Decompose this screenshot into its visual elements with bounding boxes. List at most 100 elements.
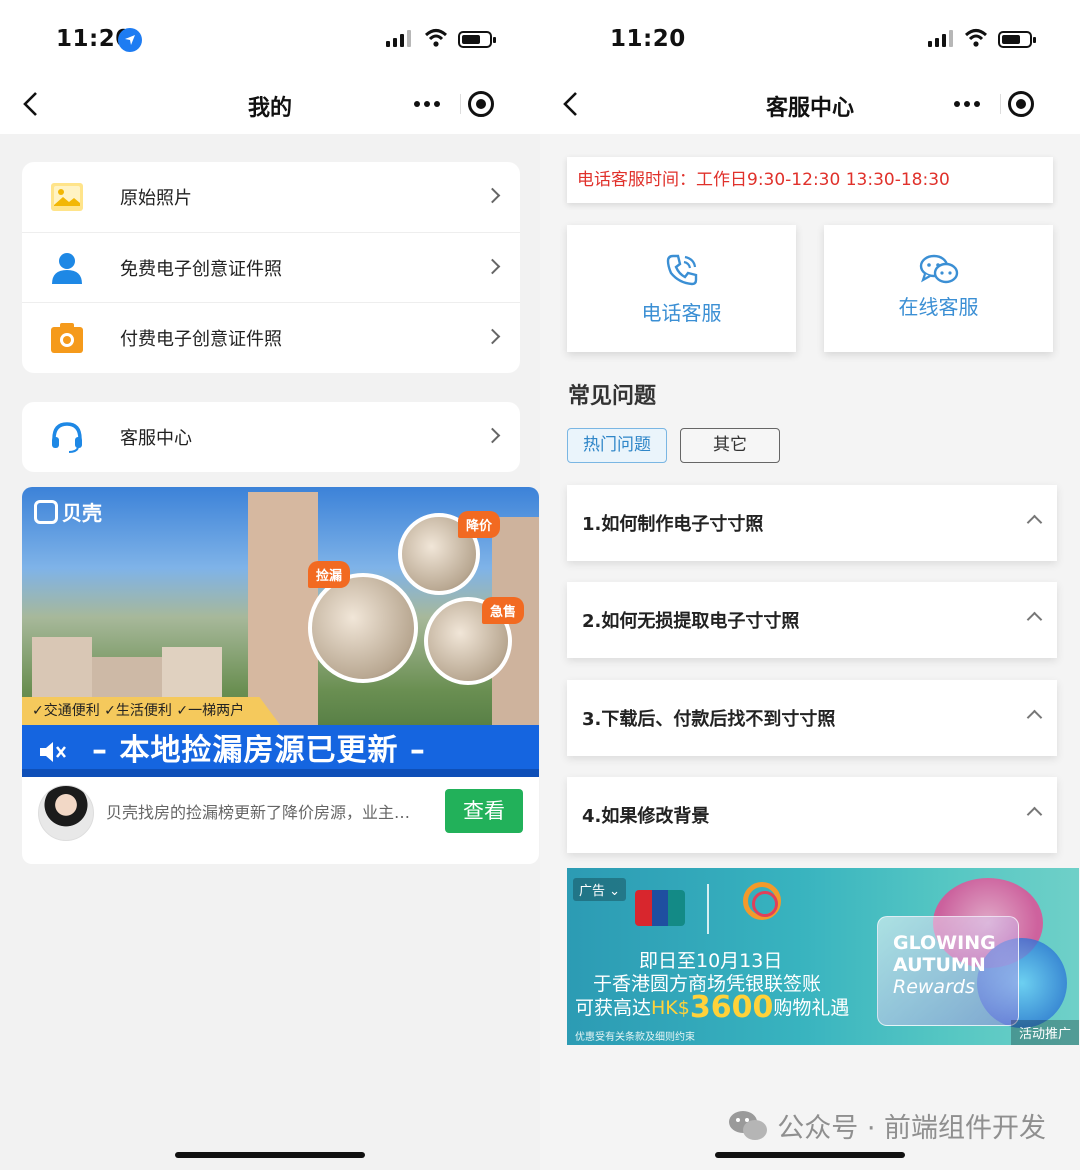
elements-mall-logo-icon [743,882,781,920]
faq-question: 3.下载后、付款后找不到寸寸照 [582,709,836,730]
miniapp-capsule [936,84,1064,124]
avatar [38,785,94,841]
image-icon [51,183,83,211]
promo-terms: 优惠受有关条款及细则约束 [575,1032,695,1043]
offer-suffix: 购物礼遇 [773,997,850,1019]
close-miniapp-icon[interactable] [1008,91,1034,117]
battery-icon [998,31,1036,48]
wifi-icon [964,29,988,47]
menu-item-free-id-photo[interactable]: 免费电子创意证件照 [22,232,520,302]
campaign-line: Rewards [893,976,975,998]
online-service-button[interactable]: 在线客服 [824,225,1053,352]
chevron-right-icon [484,187,501,204]
menu-label: 免费电子创意证件照 [120,259,282,280]
more-icon[interactable] [396,84,458,124]
watermark: 公众号 · 前端组件开发 [727,1106,1046,1145]
mute-icon[interactable] [38,739,68,765]
menu-item-customer-service[interactable]: 客服中心 [22,402,520,472]
left-screen: 11:20 我的 原始照片 免费电子创意证件照 付费电子创意证件照 客服中心 贝… [0,0,540,1170]
headset-icon [52,422,82,453]
tab-hot-questions[interactable]: 热门问题 [567,428,667,463]
view-button[interactable]: 查看 [445,789,523,833]
close-miniapp-icon[interactable] [468,91,494,117]
service-label: 在线客服 [898,295,979,319]
ad-banner-image[interactable]: 贝壳 降价 捡漏 急售 ✓交通便利 ✓生活便利 ✓一梯两户 – 本地捡漏房源已更… [22,487,539,777]
chevron-right-icon [484,258,501,275]
menu-card-support: 客服中心 [22,402,520,472]
nav-bar: 我的 [0,72,540,134]
ad-disclaimer-strip [22,769,539,777]
faq-question: 2.如何无损提取电子寸寸照 [582,611,800,632]
tab-other[interactable]: 其它 [680,428,780,463]
phone-icon [666,254,697,286]
menu-item-paid-id-photo[interactable]: 付费电子创意证件照 [22,302,520,372]
tag-price-drop: 降价 [458,511,501,538]
home-indicator[interactable] [175,1152,365,1158]
capsule-divider [460,94,461,114]
beike-logo-icon [34,499,58,524]
capsule-divider [1000,94,1001,114]
camera-icon [51,323,83,353]
status-bar: 11:20 [540,0,1080,72]
logo-divider [707,884,709,934]
signal-icon [928,30,953,47]
ad-card[interactable]: 贝壳 降价 捡漏 急售 ✓交通便利 ✓生活便利 ✓一梯两户 – 本地捡漏房源已更… [22,487,539,864]
menu-label: 客服中心 [120,428,192,449]
chevron-up-icon [1026,806,1043,823]
more-icon[interactable] [936,84,998,124]
offer-currency: HK$ [651,997,690,1019]
faq-item[interactable]: 1.如何制作电子寸寸照 [567,485,1057,561]
chevron-right-icon [484,328,501,345]
offer-prefix: 可获高达 [575,997,652,1019]
person-icon [52,253,82,284]
faq-section-title: 常见问题 [568,384,657,409]
activity-promo-label: 活动推广 [1010,1020,1079,1045]
ad-brand-name: 贝壳 [62,501,102,525]
tower-shape [248,492,318,727]
chevron-up-icon [1026,514,1043,531]
ad-description: 贝壳找房的捡漏榜更新了降价房源，业主… [106,803,411,822]
offer-amount: 3600 [689,990,774,1025]
nav-bar: 客服中心 [540,72,1080,134]
promo-banner[interactable]: 广告 ⌄ 即日至10月13日 于香港圆方商场凭银联签账 可获高达HK$3600购… [567,868,1079,1045]
wifi-icon [424,29,448,47]
faq-item[interactable]: 4.如果修改背景 [567,777,1057,853]
status-bar: 11:20 [0,0,540,72]
menu-item-original-photos[interactable]: 原始照片 [22,162,520,232]
menu-label: 原始照片 [120,188,192,209]
chevron-up-icon [1026,709,1043,726]
battery-icon [458,31,496,48]
campaign-line: AUTUMN [893,954,986,976]
ad-badge[interactable]: 广告 ⌄ [573,878,627,901]
faq-item[interactable]: 3.下载后、付款后找不到寸寸照 [567,680,1057,756]
ad-footer: 贝壳找房的捡漏榜更新了降价房源，业主… 查看 [22,777,539,864]
faq-question: 1.如何制作电子寸寸照 [582,514,764,535]
unionpay-logo-icon [635,890,685,926]
service-hours-notice: 电话客服时间：工作日9:30-12:30 13:30-18:30 [567,157,1053,203]
miniapp-capsule [396,84,524,124]
faq-item[interactable]: 2.如何无损提取电子寸寸照 [567,582,1057,658]
chevron-up-icon [1026,611,1043,628]
phone-service-button[interactable]: 电话客服 [567,225,796,352]
signal-icon [386,30,411,47]
chevron-right-icon [484,427,501,444]
chat-icon [919,254,958,284]
watermark-text: 公众号 · 前端组件开发 [777,1113,1046,1144]
menu-label: 付费电子创意证件照 [120,329,282,350]
tag-bargain: 捡漏 [308,561,351,588]
promo-offer: 可获高达HK$3600购物礼遇 [575,990,849,1025]
campaign-title: GLOWING AUTUMN Rewards [893,932,996,998]
ad-headline-text: – 本地捡漏房源已更新 – [92,733,426,768]
wechat-icon [729,1110,768,1140]
tag-urgent: 急售 [482,597,525,624]
ad-brand: 贝壳 [34,497,102,526]
right-screen: 11:20 客服中心 电话客服时间：工作日9:30-12:30 13:30-18… [540,0,1080,1170]
ad-badge-text: 广告 [579,884,606,899]
campaign-line: GLOWING [893,932,996,954]
ad-features: ✓交通便利 ✓生活便利 ✓一梯两户 [22,697,281,725]
interior-photo [308,573,418,683]
location-icon [118,28,142,52]
home-indicator[interactable] [715,1152,905,1158]
menu-card-main: 原始照片 免费电子创意证件照 付费电子创意证件照 [22,162,520,373]
faq-question: 4.如果修改背景 [582,806,710,827]
